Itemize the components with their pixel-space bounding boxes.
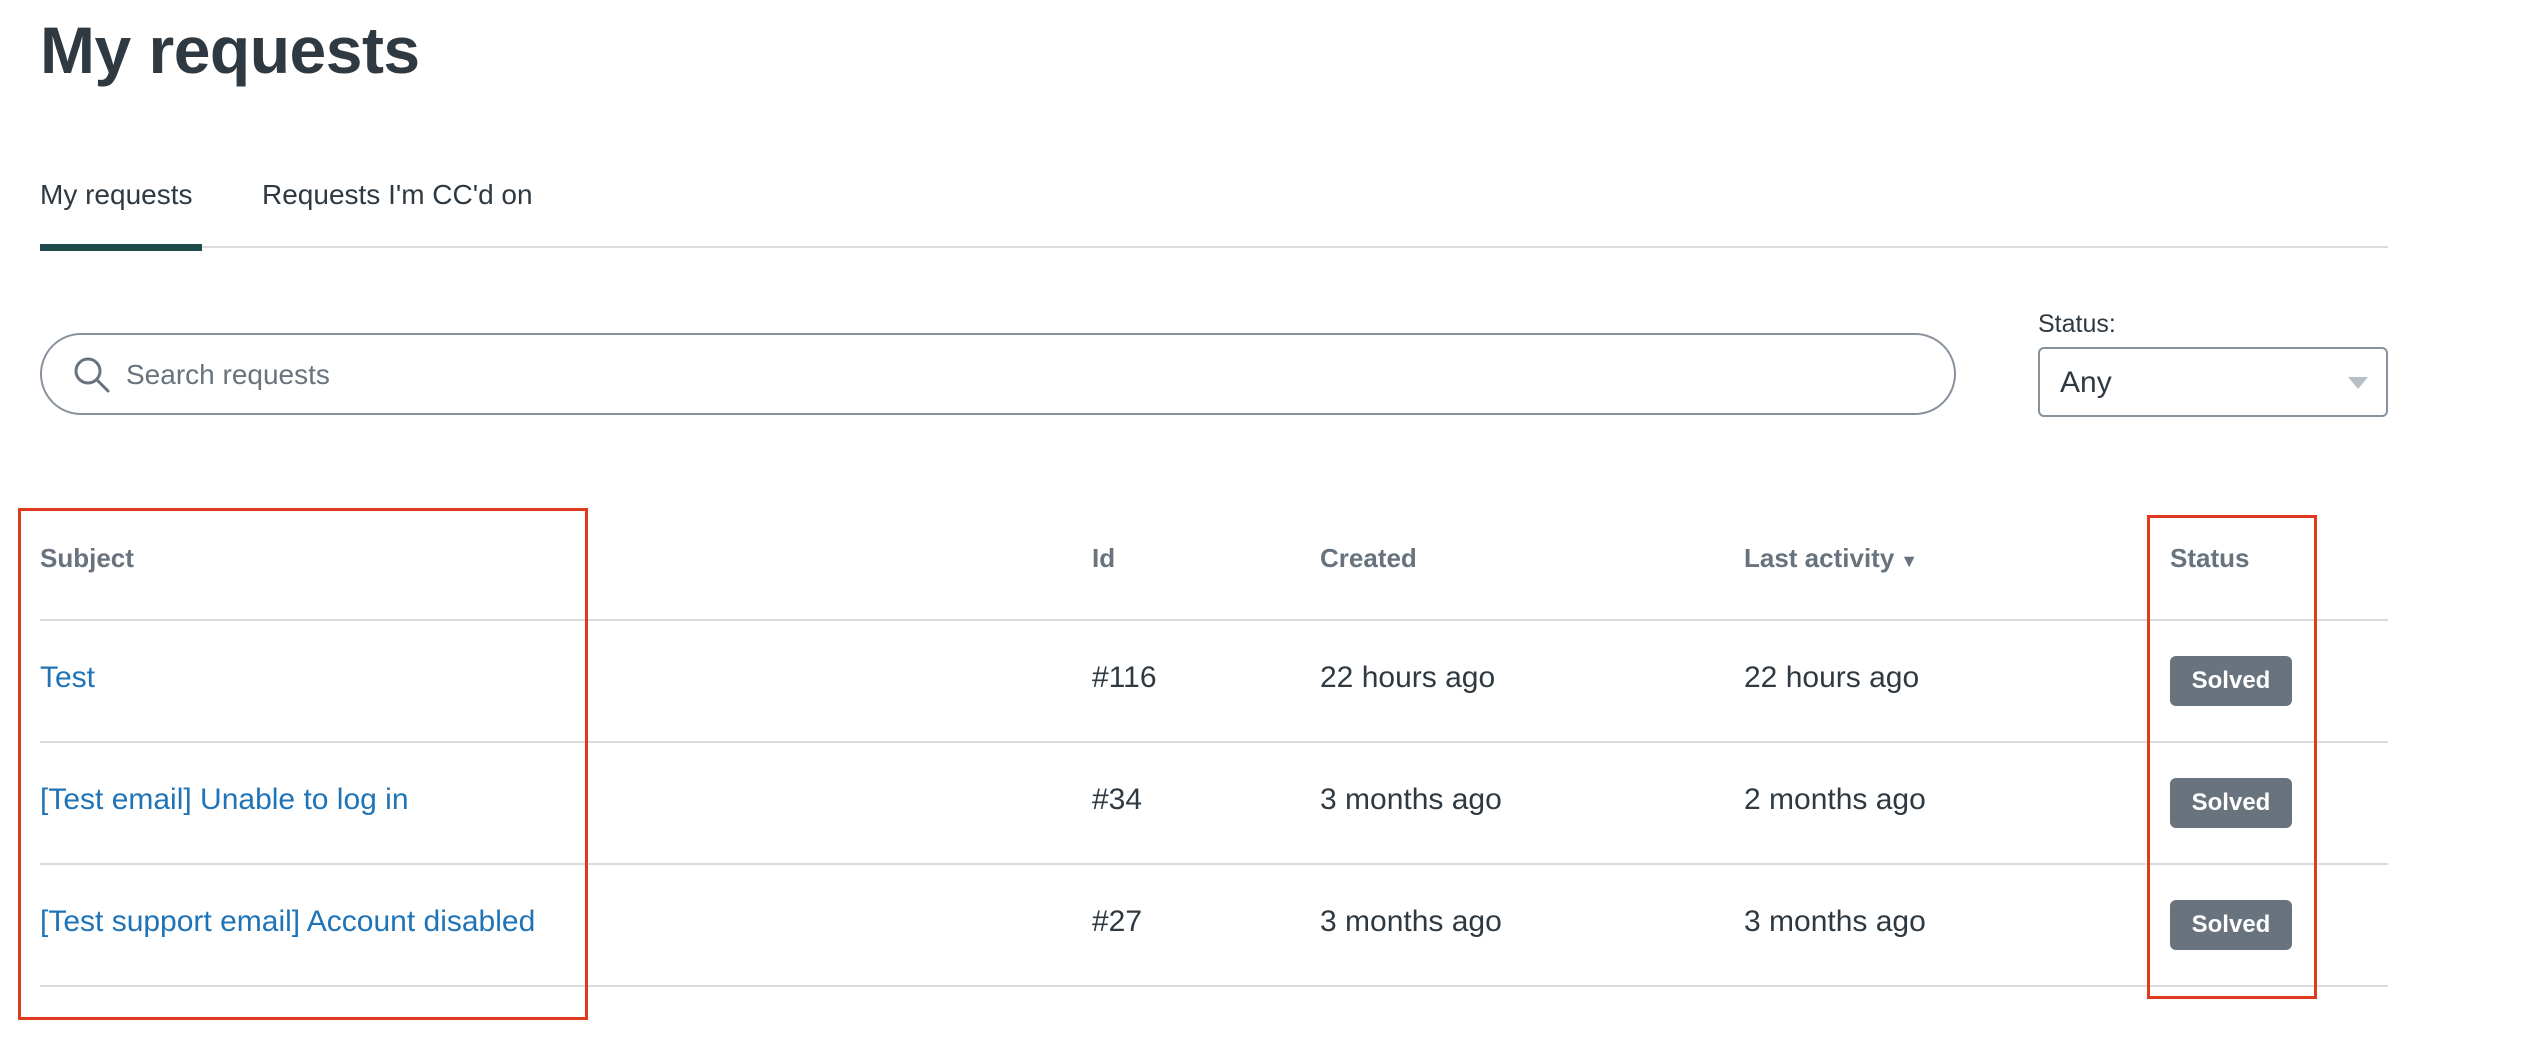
request-created: 22 hours ago: [1320, 661, 1496, 694]
status-badge: Solved: [2170, 656, 2292, 706]
request-subject-link[interactable]: Test: [40, 661, 95, 695]
request-id: #27: [1092, 905, 1143, 938]
request-last-activity: 2 months ago: [1744, 783, 1926, 816]
status-filter-value: Any: [2060, 366, 2112, 399]
column-header-subject[interactable]: Subject: [40, 543, 134, 574]
status-filter-select[interactable]: Any: [2038, 347, 2388, 417]
request-subject-link[interactable]: [Test support email] Account disabled: [40, 905, 535, 939]
table-header: Subject Id Created Last activity ▼ Status: [40, 525, 2388, 621]
column-header-created[interactable]: Created: [1320, 543, 1417, 574]
request-created: 3 months ago: [1320, 783, 1502, 816]
table-row: Test #116 22 hours ago 22 hours ago Solv…: [40, 621, 2388, 743]
status-filter-label: Status:: [2038, 310, 2116, 338]
request-id: #116: [1092, 661, 1157, 694]
chevron-down-icon: [2348, 377, 2368, 389]
tab-my-requests[interactable]: My requests: [40, 160, 202, 251]
request-subject-link[interactable]: [Test email] Unable to log in: [40, 783, 409, 817]
tab-requests-cc[interactable]: Requests I'm CC'd on: [262, 160, 533, 244]
table-row: [Test email] Unable to log in #34 3 mont…: [40, 743, 2388, 865]
request-created: 3 months ago: [1320, 905, 1502, 938]
request-last-activity: 3 months ago: [1744, 905, 1926, 938]
sort-desc-icon: ▼: [1900, 551, 1919, 571]
status-badge: Solved: [2170, 900, 2292, 950]
search-box[interactable]: [40, 333, 1956, 415]
tab-bar: My requests Requests I'm CC'd on: [40, 160, 2388, 251]
column-header-id[interactable]: Id: [1092, 543, 1115, 574]
table-row: [Test support email] Account disabled #2…: [40, 865, 2388, 987]
page-title: My requests: [40, 13, 420, 87]
request-id: #34: [1092, 783, 1143, 816]
status-badge: Solved: [2170, 778, 2292, 828]
requests-table: Subject Id Created Last activity ▼ Status…: [40, 525, 2388, 987]
search-input[interactable]: [124, 347, 1928, 403]
column-header-status[interactable]: Status: [2170, 543, 2249, 574]
page: My requests My requests Requests I'm CC'…: [0, 0, 2524, 1054]
search-icon: [74, 357, 110, 393]
request-last-activity: 22 hours ago: [1744, 661, 1920, 694]
column-header-last-activity-label: Last activity: [1744, 543, 1895, 573]
column-header-last-activity[interactable]: Last activity ▼: [1744, 543, 1918, 574]
